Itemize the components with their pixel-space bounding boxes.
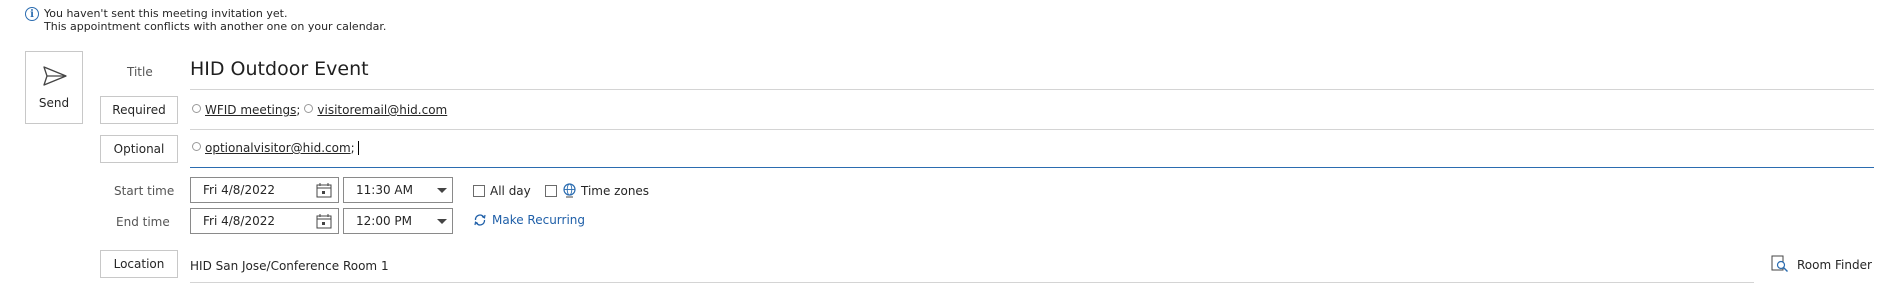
recipient-separator: ; <box>296 103 301 117</box>
required-button[interactable]: Required <box>100 96 178 124</box>
optional-recipients[interactable]: optionalvisitor@hid.com; <box>192 141 359 155</box>
start-date-value: Fri 4/8/2022 <box>203 183 276 197</box>
title-label: Title <box>127 65 153 79</box>
recipient-chip[interactable]: WFID meetings <box>205 103 296 117</box>
location-button[interactable]: Location <box>100 250 178 278</box>
info-bar: You haven't sent this meeting invitation… <box>44 7 386 33</box>
send-icon <box>43 66 67 86</box>
globe-icon <box>563 183 576 198</box>
location-input[interactable]: HID San Jose/Conference Room 1 <box>190 259 389 273</box>
info-line-conflict: This appointment conflicts with another … <box>44 20 387 33</box>
send-label: Send <box>38 96 70 110</box>
info-line-unsent: You haven't sent this meeting invitation… <box>44 7 288 20</box>
calendar-icon[interactable] <box>316 183 332 198</box>
end-time-value: 12:00 PM <box>356 214 412 228</box>
chevron-down-icon[interactable] <box>437 188 447 193</box>
title-underline <box>190 89 1874 90</box>
send-button[interactable]: Send <box>25 51 83 124</box>
end-date-value: Fri 4/8/2022 <box>203 214 276 228</box>
info-icon: i <box>25 7 39 21</box>
presence-icon <box>192 142 201 151</box>
end-time-label: End time <box>116 215 170 229</box>
all-day-checkbox[interactable] <box>473 185 485 197</box>
text-caret <box>357 141 359 155</box>
end-time-dropdown[interactable]: 12:00 PM <box>343 208 453 234</box>
meeting-compose-form: i You haven't sent this meeting invitati… <box>0 0 1884 287</box>
start-time-label: Start time <box>114 184 175 198</box>
location-underline <box>190 282 1754 283</box>
chevron-down-icon[interactable] <box>437 219 447 224</box>
recipient-separator: ; <box>350 141 355 155</box>
required-recipients[interactable]: WFID meetings; visitoremail@hid.com <box>192 103 447 117</box>
room-finder-icon <box>1771 255 1788 272</box>
all-day-label: All day <box>490 184 531 198</box>
recipient-chip[interactable]: visitoremail@hid.com <box>317 103 447 117</box>
make-recurring-button[interactable]: Make Recurring <box>473 213 585 227</box>
end-date-picker[interactable]: Fri 4/8/2022 <box>190 208 339 234</box>
optional-underline-focused <box>190 167 1874 168</box>
calendar-icon[interactable] <box>316 214 332 229</box>
required-underline <box>190 129 1874 130</box>
room-finder-label: Room Finder <box>1797 258 1872 272</box>
make-recurring-label: Make Recurring <box>492 213 586 227</box>
time-zones-checkbox[interactable] <box>545 185 557 197</box>
room-finder-button[interactable]: Room Finder <box>1771 255 1872 273</box>
presence-icon <box>304 104 314 113</box>
time-zones-label[interactable]: Time zones <box>581 184 649 198</box>
start-time-value: 11:30 AM <box>356 183 413 197</box>
start-date-picker[interactable]: Fri 4/8/2022 <box>190 177 339 203</box>
optional-button[interactable]: Optional <box>100 135 178 163</box>
presence-icon <box>192 104 201 113</box>
recurring-icon <box>474 214 486 226</box>
start-time-dropdown[interactable]: 11:30 AM <box>343 177 453 203</box>
title-input[interactable]: HID Outdoor Event <box>190 58 369 80</box>
recipient-chip[interactable]: optionalvisitor@hid.com <box>205 141 351 155</box>
